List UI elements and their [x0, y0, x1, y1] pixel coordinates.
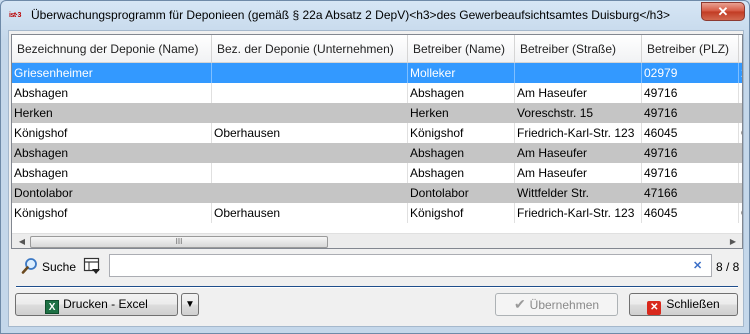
close-icon: ✕ [717, 4, 729, 19]
table-row[interactable]: Dontolabor Dontolabor Wittfelder Str. 47166… [12, 183, 742, 203]
cell-deponie-unternehmen [212, 63, 408, 83]
cell-betreiber-plz: 46045 [642, 203, 739, 223]
cell-betreiber-name: Abshagen [408, 143, 515, 163]
cell-betreiber-ort: M [739, 163, 742, 183]
cell-betreiber-name: Königshof [408, 123, 515, 143]
cell-betreiber-name: Königshof [408, 203, 515, 223]
print-excel-label: Drucken - Excel [63, 297, 148, 311]
separator-line [16, 286, 738, 288]
excel-icon: X [45, 300, 60, 314]
cell-betreiber-ort: M [739, 143, 742, 163]
print-options-dropdown-button[interactable]: ▼ [181, 293, 199, 316]
cell-betreiber-strasse: Am Haseufer [515, 143, 642, 163]
table-row[interactable]: Königshof Oberhausen Königshof Friedrich-Ka… [12, 123, 742, 143]
cell-betreiber-strasse: Friedrich-Karl-Str. 123 [515, 203, 642, 223]
print-excel-button[interactable]: X Drucken - Excel [15, 293, 178, 316]
checkmark-icon: ✔ [513, 296, 526, 312]
cell-betreiber-plz: 49716 [642, 163, 739, 183]
cell-deponie-name: Dontolabor [12, 183, 212, 203]
cell-betreiber-ort: 2 [739, 63, 742, 83]
table-row[interactable]: AbshagenAbshagenAm Haseufer49716M [12, 143, 742, 163]
cell-betreiber-ort: O [739, 203, 742, 223]
cell-betreiber-strasse [515, 63, 642, 83]
cell-deponie-unternehmen [212, 143, 408, 163]
table-row[interactable]: AbshagenAbshagenAm Haseufer49716M [12, 83, 742, 103]
grid-rows: GriesenheimerMolleker029792AbshagenAbsha… [12, 63, 742, 223]
cell-betreiber-name: Abshagen [408, 83, 515, 103]
cell-deponie-name: Königshof [12, 203, 212, 223]
search-input[interactable] [109, 254, 712, 277]
window-close-button[interactable]: ✕ [701, 2, 745, 21]
data-grid[interactable]: Bezeichnung der Deponie (Name) Bez. der … [11, 34, 743, 249]
scroll-thumb[interactable]: III [30, 236, 328, 248]
search-bar: Suche ✕ 8 / 8 [9, 253, 745, 279]
cell-deponie-name: Königshof [12, 123, 212, 143]
scroll-left-arrow-icon[interactable]: ◀ [14, 234, 30, 248]
result-count: 8 / 8 [716, 260, 740, 274]
cell-deponie-unternehmen [212, 103, 408, 123]
column-header-deponie-name[interactable]: Bezeichnung der Deponie (Name) [12, 35, 212, 63]
app-icon: ist·3 [9, 12, 21, 19]
cell-betreiber-plz: 49716 [642, 83, 739, 103]
table-row[interactable]: HerkenHerkenVoreschstr. 1549716M [12, 103, 742, 123]
apply-button[interactable]: ✔ Übernehmen [495, 293, 618, 316]
cell-betreiber-name: Herken [408, 103, 515, 123]
cell-betreiber-strasse: Wittfelder Str. [515, 183, 642, 203]
cell-betreiber-name: Abshagen [408, 163, 515, 183]
column-header-betreiber-ort[interactable]: B [739, 35, 742, 63]
column-header-deponie-unternehmen[interactable]: Bez. der Deponie (Unternehmen) [212, 35, 408, 63]
cell-betreiber-strasse: Voreschstr. 15 [515, 103, 642, 123]
apply-label: Übernehmen [529, 298, 600, 312]
cell-betreiber-plz: 47166 [642, 183, 739, 203]
column-header-betreiber-name[interactable]: Betreiber (Name) [408, 35, 515, 63]
table-row[interactable]: AbshagenAbshagenAm Haseufer49716M [12, 163, 742, 183]
close-label: Schließen [666, 297, 720, 311]
cell-deponie-unternehmen [212, 163, 408, 183]
cell-betreiber-plz: 46045 [642, 123, 739, 143]
cell-deponie-name: Griesenheimer [12, 63, 212, 83]
cell-betreiber-plz: 49716 [642, 143, 739, 163]
cell-betreiber-ort: M [739, 83, 742, 103]
grid-header: Bezeichnung der Deponie (Name) Bez. der … [12, 35, 742, 63]
chevron-down-icon: ▼ [185, 299, 195, 310]
column-header-betreiber-strasse[interactable]: Betreiber (Straße) [515, 35, 642, 63]
column-filter-icon[interactable] [83, 257, 101, 275]
cell-betreiber-name: Molleker [408, 63, 515, 83]
cell-deponie-name: Abshagen [12, 163, 212, 183]
window-title: Überwachungsprogramm für Deponieen (gemä… [31, 8, 671, 22]
cell-betreiber-plz: 02979 [642, 63, 739, 83]
cell-deponie-unternehmen [212, 83, 408, 103]
title-bar[interactable]: ist·3 Überwachungsprogramm für Deponieen… [1, 1, 749, 31]
scroll-right-arrow-icon[interactable]: ▶ [725, 234, 741, 248]
cell-betreiber-strasse: Am Haseufer [515, 163, 642, 183]
cell-betreiber-strasse: Am Haseufer [515, 83, 642, 103]
cell-deponie-name: Abshagen [12, 83, 212, 103]
cell-betreiber-ort: D [739, 183, 742, 203]
table-row[interactable]: Königshof Oberhausen Königshof Friedrich-Ka… [12, 203, 742, 223]
cell-betreiber-plz: 49716 [642, 103, 739, 123]
close-button[interactable]: ✕ Schließen [629, 293, 738, 316]
horizontal-scrollbar[interactable]: ◀ III ▶ [12, 233, 742, 248]
cell-betreiber-ort: O [739, 123, 742, 143]
column-header-betreiber-plz[interactable]: Betreiber (PLZ) [642, 35, 739, 63]
cell-deponie-unternehmen: Oberhausen [212, 203, 408, 223]
search-label: Suche [42, 260, 77, 274]
cell-deponie-unternehmen [212, 183, 408, 203]
cell-betreiber-ort: M [739, 103, 742, 123]
cell-betreiber-strasse: Friedrich-Karl-Str. 123 [515, 123, 642, 143]
close-x-icon: ✕ [647, 301, 662, 315]
cell-deponie-name: Herken [12, 103, 212, 123]
cell-deponie-name: Abshagen [12, 143, 212, 163]
cell-deponie-unternehmen: Oberhausen [212, 123, 408, 143]
clear-search-icon[interactable]: ✕ [693, 259, 702, 272]
magnifier-icon[interactable] [21, 257, 39, 275]
dialog-client-area: Bezeichnung der Deponie (Name) Bez. der … [8, 30, 744, 327]
cell-betreiber-name: Dontolabor [408, 183, 515, 203]
table-row[interactable]: Griesenheimer Molleker 029792 [12, 63, 742, 83]
dialog-window: ist·3 Überwachungsprogramm für Deponieen… [0, 0, 750, 334]
